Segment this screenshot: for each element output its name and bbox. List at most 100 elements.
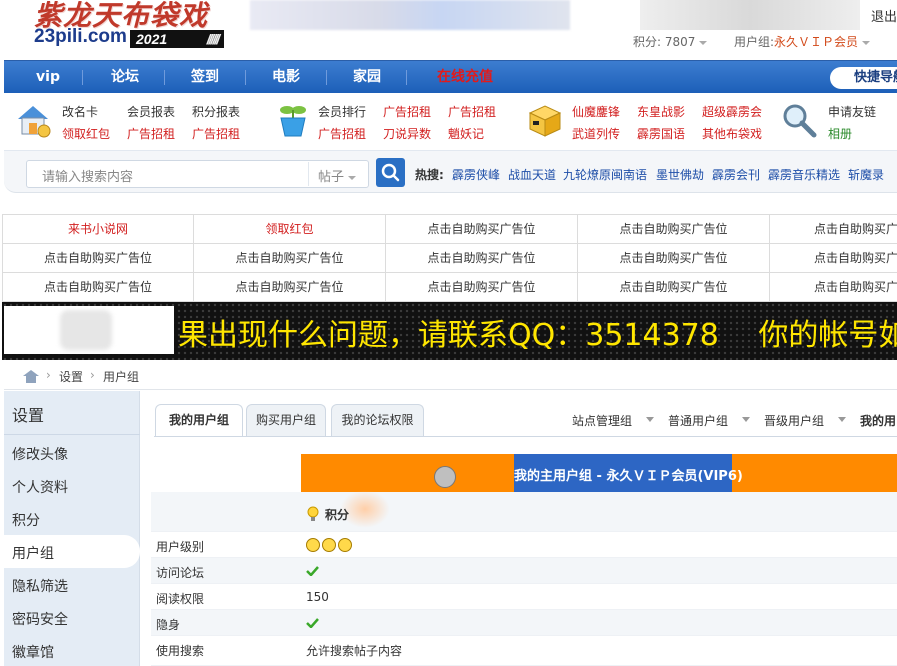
search-divider xyxy=(308,162,309,186)
breadcrumb-separator: › xyxy=(90,368,95,382)
sidebar-item-avatar[interactable]: 修改头像 xyxy=(12,444,68,464)
usergroup-mine[interactable]: 我的用 xyxy=(860,412,896,429)
nav-forum[interactable]: 论坛 xyxy=(100,61,150,94)
ad-cell[interactable]: 点击自助购买广告位 xyxy=(386,273,578,302)
sidebar-item-medals[interactable]: 徽章馆 xyxy=(12,642,54,662)
usergroup-normal[interactable]: 普通用户组 xyxy=(668,412,728,429)
sublink-ad-rent[interactable]: 广告招租 xyxy=(318,125,366,142)
sublink-other-puppet[interactable]: 其他布袋戏 xyxy=(702,125,762,142)
nav-movies[interactable]: 电影 xyxy=(261,61,311,94)
sublink-rename-card[interactable]: 改名卡 xyxy=(62,103,98,120)
row-label: 用户级别 xyxy=(156,540,205,554)
logout-link[interactable]: 退出 xyxy=(860,6,897,25)
nav-divider xyxy=(164,70,165,85)
main-nav: vip 论坛 签到 电影 家园 在线充值 快捷导航 xyxy=(4,60,897,93)
nav-checkin[interactable]: 签到 xyxy=(180,61,230,94)
hot-search-item[interactable]: 战血天道 xyxy=(508,166,556,183)
sublink-apply-friendlink[interactable]: 申请友链 xyxy=(828,103,876,120)
search-type-select[interactable]: 帖子 xyxy=(318,166,357,185)
ad-cell[interactable]: 点击自助购买广告位 xyxy=(386,215,578,244)
smiley-icon xyxy=(306,538,320,552)
sublink-xianmo[interactable]: 仙魔鏖锋 xyxy=(572,103,620,120)
sublink-daoshuo[interactable]: 刀说异数 xyxy=(383,125,431,142)
nav-home[interactable]: 家园 xyxy=(342,61,392,94)
sidebar-title: 设置 xyxy=(12,406,45,425)
main-usergroup-title: 我的主用户组 - 永久ＶＩＰ会员(VIP6) xyxy=(514,469,743,484)
chevron-down-icon xyxy=(862,40,871,45)
sublink-ad-rent[interactable]: 广告招租 xyxy=(448,103,496,120)
house-icon xyxy=(18,106,51,138)
sublink-pili-mandarin[interactable]: 霹雳国语 xyxy=(637,125,685,142)
lightbulb-icon xyxy=(307,506,319,521)
hot-search-item[interactable]: 九轮燎原闽南语 xyxy=(563,166,647,183)
ad-cell[interactable]: 点击自助购买广告位 xyxy=(578,273,770,302)
points-row xyxy=(151,492,897,532)
sublink-super-pili[interactable]: 超级霹雳会 xyxy=(702,103,762,120)
search-icon xyxy=(381,163,400,182)
breadcrumb-separator: › xyxy=(46,368,51,382)
ad-cell[interactable]: 点击自助购买广告位 xyxy=(770,215,897,244)
tab-buy-usergroup[interactable]: 购买用户组 xyxy=(246,404,326,436)
usergroup-value: 永久ＶＩＰ会员 xyxy=(774,35,859,49)
usergroup-admin[interactable]: 站点管理组 xyxy=(572,412,632,429)
magnifier-icon xyxy=(783,104,817,138)
sidebar-item-usergroup[interactable]: 用户组 xyxy=(12,543,54,563)
sublink-wudao[interactable]: 武道列传 xyxy=(572,125,620,142)
quick-nav-button[interactable]: 快捷导航 xyxy=(830,67,897,89)
row-label: 隐身 xyxy=(156,618,181,632)
ad-cell[interactable]: 点击自助购买广告位 xyxy=(386,244,578,273)
tab-underline xyxy=(154,436,897,437)
sublink-ad-rent[interactable]: 广告招租 xyxy=(127,125,175,142)
ad-cell-text: 点击自助购买广告位 xyxy=(814,280,897,294)
sidebar-item-points[interactable]: 积分 xyxy=(12,510,40,530)
sidebar-item-privacy[interactable]: 隐私筛选 xyxy=(12,576,68,596)
ad-cell[interactable]: 点击自助购买广告位 xyxy=(578,244,770,273)
checkmark-icon xyxy=(306,618,319,628)
group-header-bar xyxy=(732,454,897,492)
ad-cell[interactable]: 点击自助购买广告位 xyxy=(770,244,897,273)
ad-cell[interactable]: 领取红包 xyxy=(194,215,386,244)
hot-search-item[interactable]: 墨世佛劫 xyxy=(656,166,704,183)
ad-cell[interactable]: 点击自助购买广告位 xyxy=(194,273,386,302)
table-row xyxy=(151,584,897,610)
sublink-points-report[interactable]: 积分报表 xyxy=(192,103,240,120)
sublink-member-rank[interactable]: 会员排行 xyxy=(318,103,366,120)
search-button[interactable] xyxy=(376,158,405,187)
row-label: 使用搜索 xyxy=(156,644,205,658)
site-logo-en[interactable]: 23pili.com xyxy=(34,26,127,48)
site-logo-year: 2021 ////// xyxy=(130,30,224,48)
points-display[interactable]: 积分: 7807 xyxy=(633,33,708,50)
nav-divider xyxy=(326,70,327,85)
nav-vip[interactable]: vip xyxy=(24,61,72,94)
hot-search-item[interactable]: 霹雳会刊 xyxy=(712,166,760,183)
sublink-ad-rent[interactable]: 广告招租 xyxy=(192,125,240,142)
logo-slashes: ////// xyxy=(206,31,220,47)
sublink-red-packet[interactable]: 领取红包 xyxy=(62,125,110,142)
sublink-donghuang[interactable]: 东皇战影 xyxy=(637,103,685,120)
sublink-ad-rent[interactable]: 广告招租 xyxy=(383,103,431,120)
nav-recharge[interactable]: 在线充值 xyxy=(428,61,502,94)
hot-search-item[interactable]: 斩魔录 xyxy=(848,166,884,183)
ad-cell[interactable]: 点击自助购买广告位 xyxy=(578,215,770,244)
ad-cell[interactable]: 点击自助购买广告位 xyxy=(770,273,897,302)
ad-cell[interactable]: 点击自助购买广告位 xyxy=(2,273,194,302)
search-input[interactable]: 请输入搜索内容 xyxy=(42,166,133,185)
home-icon[interactable] xyxy=(22,369,40,383)
usergroup-promotion[interactable]: 晋级用户组 xyxy=(764,412,824,429)
box-icon xyxy=(528,105,562,137)
usergroup-label: 用户组: xyxy=(734,35,775,49)
tab-forum-permissions[interactable]: 我的论坛权限 xyxy=(331,404,424,436)
usergroup-display[interactable]: 用户组:永久ＶＩＰ会员 xyxy=(734,33,871,50)
ad-cell[interactable]: 点击自助购买广告位 xyxy=(194,244,386,273)
sublink-member-report[interactable]: 会员报表 xyxy=(127,103,175,120)
breadcrumb-settings[interactable]: 设置 xyxy=(59,368,83,385)
tab-my-usergroup[interactable]: 我的用户组 xyxy=(155,404,243,437)
sublink-album[interactable]: 相册 xyxy=(828,125,852,142)
sublink-xiaoyaoji[interactable]: 魈妖记 xyxy=(448,125,484,142)
hot-search-item[interactable]: 霹雳侠峰 xyxy=(452,166,500,183)
ad-cell[interactable]: 来书小说网 xyxy=(2,215,194,244)
hot-search-item[interactable]: 霹雳音乐精选 xyxy=(768,166,840,183)
ad-cell[interactable]: 点击自助购买广告位 xyxy=(2,244,194,273)
sidebar-item-profile[interactable]: 个人资料 xyxy=(12,477,68,497)
sidebar-item-security[interactable]: 密码安全 xyxy=(12,609,68,629)
